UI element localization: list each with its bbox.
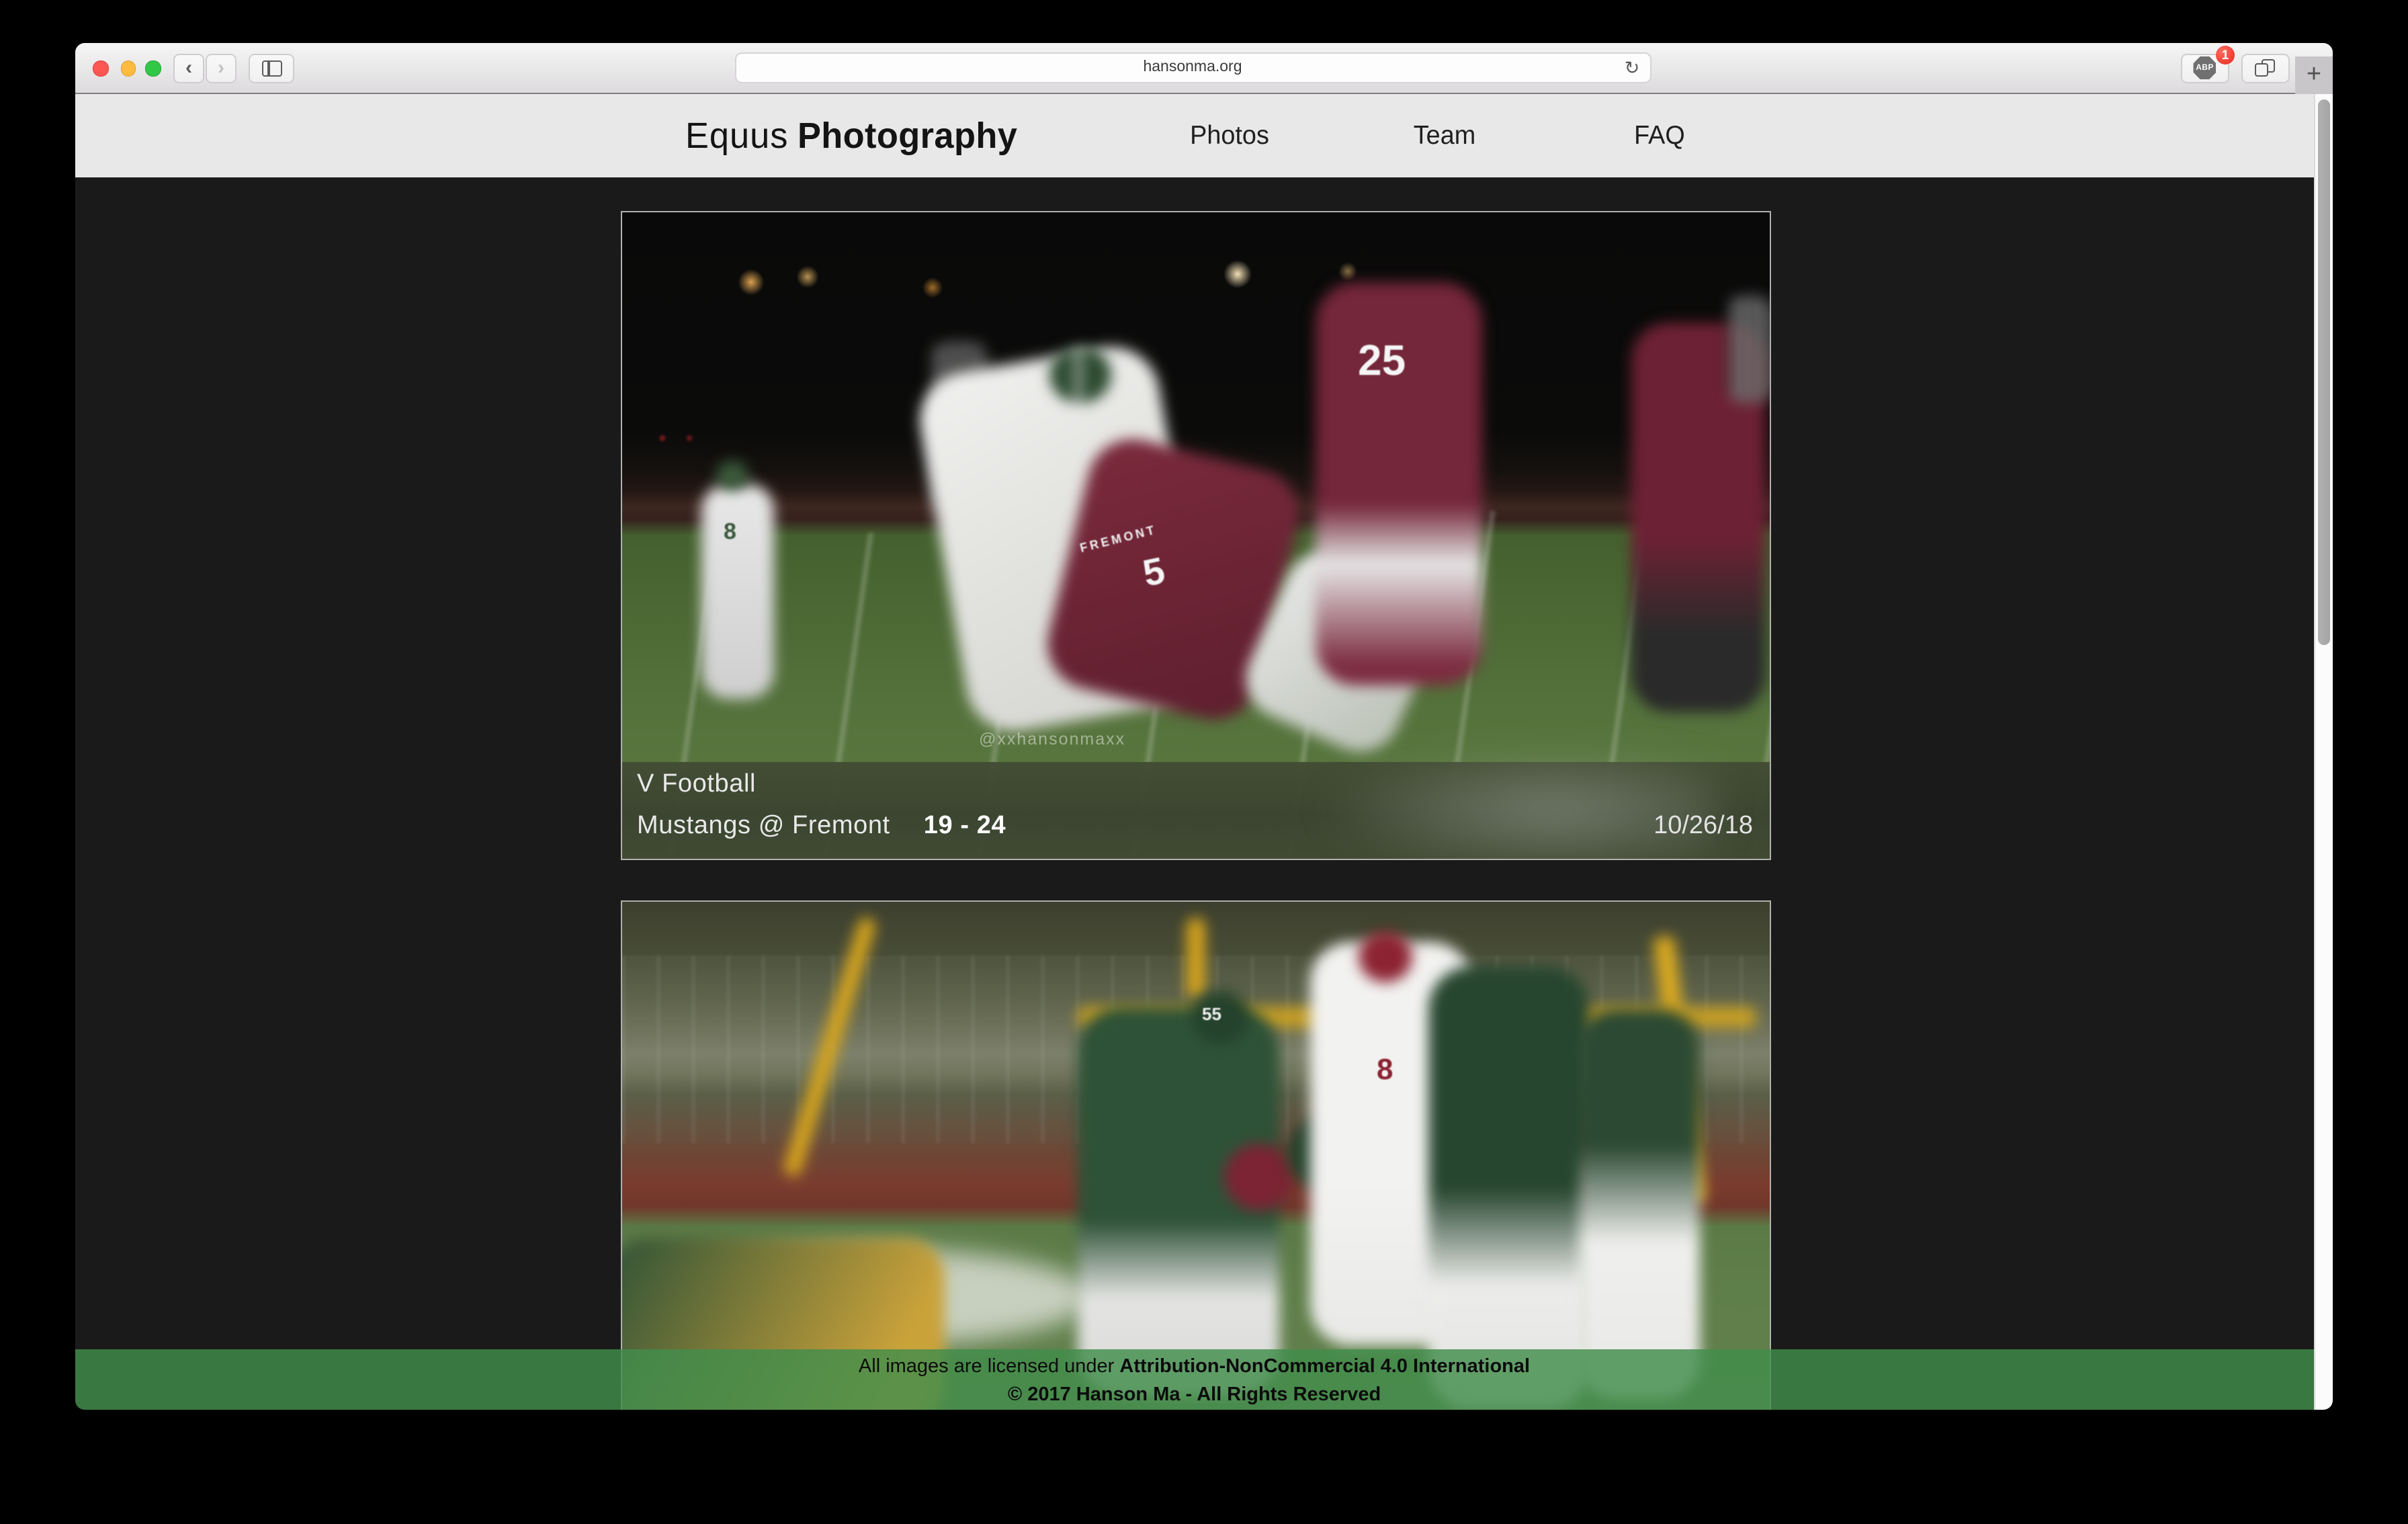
forward-icon: › — [218, 56, 224, 79]
forward-button[interactable]: › — [206, 53, 236, 83]
caption-blur-highlight — [1312, 749, 1715, 860]
album-caption: V Football Mustangs @ Fremont 19 - 24 10/… — [621, 762, 1769, 859]
site-header: Equus Photography Photos Team FAQ — [75, 94, 2333, 177]
photo2-helmet-number-55: 55 — [1202, 1004, 1221, 1024]
plus-icon: + — [2307, 60, 2321, 90]
address-bar[interactable]: hansonma.org ↻ — [734, 52, 1651, 83]
photo2-green-runner — [1428, 966, 1589, 1410]
photo1-jersey-number-25: 25 — [1358, 336, 1406, 386]
brand-bold: Photography — [798, 115, 1017, 157]
back-button[interactable]: ‹ — [173, 53, 204, 83]
license-link[interactable]: Attribution-NonCommercial 4.0 Internatio… — [1119, 1356, 1530, 1378]
photo1-player8-helmet — [716, 461, 748, 491]
nav-item-faq[interactable]: FAQ — [1634, 94, 1685, 177]
photo1-white-player-8 — [701, 484, 773, 699]
brand-thin: Equus — [685, 115, 788, 157]
site-brand[interactable]: Equus Photography — [685, 94, 1017, 177]
minimize-button[interactable] — [121, 61, 136, 77]
scrollbar-track[interactable] — [2313, 94, 2333, 1410]
copyright-line: © 2017 Hanson Ma - All Rights Reserved — [75, 1384, 2313, 1406]
photo1-quarterback-helmet — [1049, 347, 1111, 403]
photo2-cardinal-helmet — [1223, 1144, 1293, 1211]
photo1-referee-right — [1726, 296, 1769, 403]
album-card-v-football[interactable]: 8 FREMONT 5 25 @xxhansonmaxx V Football … — [620, 211, 1770, 860]
nav-item-team[interactable]: Team — [1414, 94, 1476, 177]
browser-window: ‹ › hansonma.org ↻ ABP 1 — [75, 43, 2333, 1410]
photo-watermark: @xxhansonmaxx — [979, 730, 1125, 749]
back-icon: ‹ — [185, 56, 192, 79]
photo1-jersey-number-8: 8 — [724, 519, 736, 546]
photo2-goalpost-top — [1186, 918, 1205, 999]
url-text: hansonma.org — [1143, 60, 1242, 76]
refresh-icon[interactable]: ↻ — [1621, 55, 1643, 81]
nav-item-photos[interactable]: Photos — [1189, 94, 1268, 177]
zoom-button[interactable] — [146, 61, 161, 77]
close-button[interactable] — [93, 61, 109, 77]
album-sport-label: V Football — [637, 770, 756, 800]
scrollbar-thumb[interactable] — [2318, 99, 2330, 644]
album-matchup-row: Mustangs @ Fremont 19 - 24 — [637, 812, 1006, 841]
notification-badge: 1 — [2216, 46, 2235, 65]
album-matchup-label: Mustangs @ Fremont — [637, 812, 890, 840]
adblock-button[interactable]: ABP 1 — [2180, 53, 2229, 83]
album-date-label: 10/26/18 — [1653, 812, 1753, 841]
new-tab-button[interactable]: + — [2295, 56, 2333, 94]
photo-day-football: 55 5 8 — [621, 902, 1769, 1410]
license-prefix: All images are licensed under — [859, 1356, 1114, 1378]
photo2-jersey-number-8: 8 — [1377, 1052, 1393, 1087]
tab-overview-icon — [2255, 59, 2276, 77]
album-score-label: 19 - 24 — [924, 812, 1006, 840]
sidebar-toggle-button[interactable] — [249, 53, 294, 83]
license-footer: All images are licensed under Attributio… — [75, 1349, 2313, 1410]
tab-overview-button[interactable] — [2241, 53, 2290, 83]
photo2-white-player-right — [1578, 1009, 1699, 1399]
album-card-football-2[interactable]: 55 5 8 — [620, 900, 1770, 1410]
license-line: All images are licensed under Attributio… — [75, 1356, 2313, 1378]
browser-toolbar: ‹ › hansonma.org ↻ ABP 1 — [75, 43, 2333, 94]
sidebar-icon — [261, 60, 282, 76]
tab-overview-icon-front — [2255, 63, 2269, 77]
desktop-background: ‹ › hansonma.org ↻ ABP 1 — [0, 0, 2408, 1524]
photo2-qb-cardinal-helmet — [1358, 931, 1412, 982]
adblock-icon: ABP — [2194, 56, 2217, 79]
